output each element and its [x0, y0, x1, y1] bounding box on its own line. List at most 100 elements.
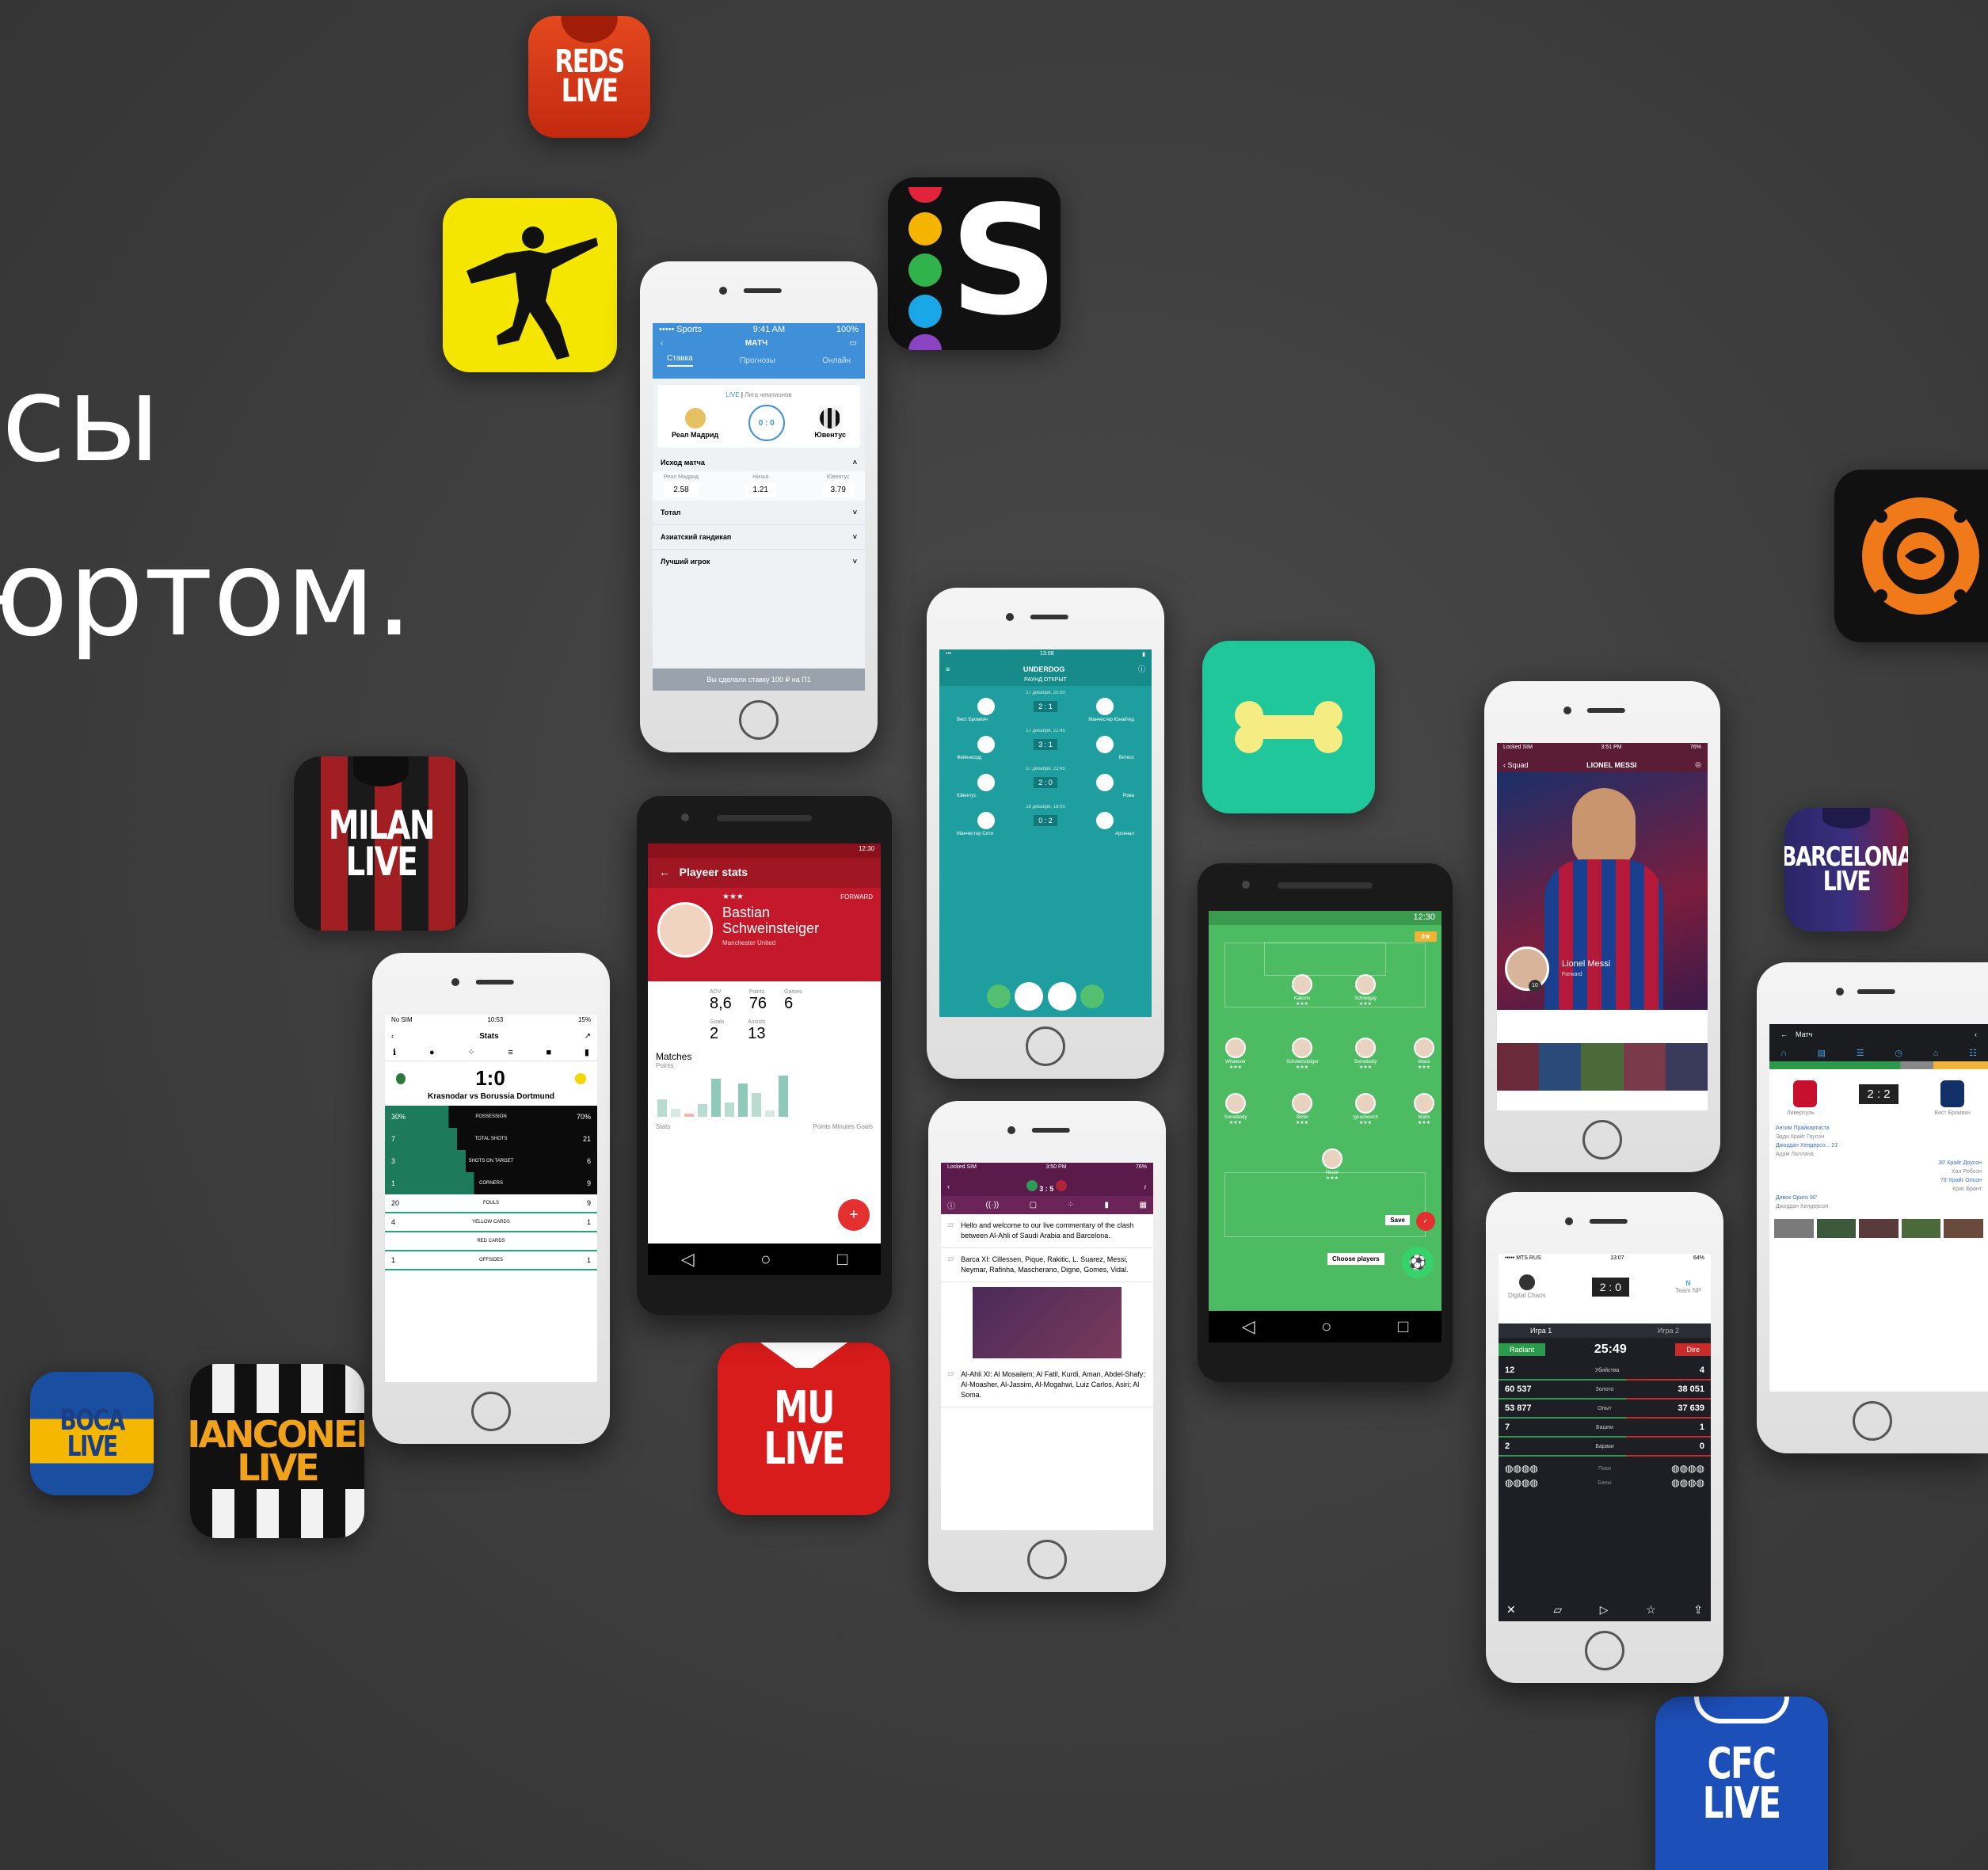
audio-tab-icon[interactable]: ∩: [1780, 1049, 1787, 1058]
confirm-check-icon[interactable]: ✓: [1416, 1212, 1435, 1231]
media-strip[interactable]: [1769, 1219, 1988, 1238]
nav-home-icon[interactable]: ○: [760, 1249, 771, 1270]
chevron-up-icon[interactable]: ˄: [853, 459, 857, 467]
chevron-down-icon[interactable]: ˅: [853, 508, 857, 516]
cfc-live-app-icon[interactable]: CFC LIVE: [1655, 1697, 1828, 1870]
nav-back-icon[interactable]: ◁: [1242, 1316, 1255, 1337]
milan-live-app-icon[interactable]: MILAN LIVE: [294, 756, 468, 931]
barcelona-live-app-icon[interactable]: BARCELONA LIVE: [1784, 808, 1908, 931]
save-button[interactable]: Save: [1385, 1215, 1410, 1225]
team-icon[interactable]: [1080, 985, 1104, 1008]
back-arrow-icon[interactable]: ←: [659, 866, 670, 878]
list-tab-icon[interactable]: ☰: [1857, 1048, 1864, 1058]
home-button[interactable]: [1585, 1631, 1624, 1670]
table-tab-icon[interactable]: ▦: [1140, 1201, 1147, 1209]
team-icon[interactable]: [987, 985, 1011, 1008]
edit-icon[interactable]: [1015, 982, 1044, 1011]
info-icon[interactable]: ⓘ: [1138, 664, 1145, 674]
row-best-player[interactable]: Лучший игрок: [661, 558, 710, 566]
list-tab-icon[interactable]: ≡: [508, 1048, 512, 1057]
pitch-player[interactable]: Schneigay ★★★: [1350, 974, 1381, 1007]
home-button[interactable]: [1027, 1540, 1067, 1579]
home-button[interactable]: [471, 1392, 511, 1431]
pitch-player[interactable]: Matoi ★★★: [1408, 1093, 1440, 1125]
chat-tab-icon[interactable]: ●: [429, 1048, 435, 1057]
boca-live-app-icon[interactable]: BOCA LIVE: [30, 1372, 154, 1495]
close-icon[interactable]: ✕: [1506, 1603, 1516, 1617]
section-outcome[interactable]: Исход матча: [661, 459, 705, 467]
star-icon[interactable]: ☆: [1646, 1603, 1656, 1617]
photo-gallery[interactable]: [1497, 1043, 1708, 1091]
pitch-player[interactable]: Somebody ★★★: [1220, 1093, 1251, 1125]
back-icon[interactable]: ‹: [947, 1183, 950, 1190]
pitch-player[interactable]: Skrtel ★★★: [1286, 1093, 1318, 1125]
home-button[interactable]: [739, 700, 779, 740]
pitch-player[interactable]: Neuer ★★★: [1316, 1148, 1348, 1181]
odd-away-button[interactable]: 3.79: [822, 482, 854, 497]
anchor-icon[interactable]: [1047, 982, 1076, 1011]
tab-predictions[interactable]: Прогнозы: [740, 356, 775, 365]
add-fab-button[interactable]: +: [838, 1199, 870, 1231]
pitch-player[interactable]: Matoi ★★★: [1408, 1038, 1440, 1070]
mu-live-app-icon[interactable]: MU LIVE: [718, 1343, 890, 1515]
tab-stake[interactable]: Ставка: [667, 354, 693, 367]
tab-online[interactable]: Онлайн: [822, 356, 851, 365]
match-card[interactable]: 17 декабря, 22:45 2 : 0 Ювентус Рома: [939, 762, 1152, 800]
info-tab-icon[interactable]: ⓘ: [947, 1199, 955, 1211]
footer-tab[interactable]: Points: [813, 1123, 830, 1130]
reds-live-app-icon[interactable]: REDS LIVE: [528, 16, 650, 138]
favorite-icon[interactable]: ◎: [1695, 760, 1701, 769]
row-asian-handicap[interactable]: Азиатский гандикап: [661, 533, 731, 541]
back-arrow-icon[interactable]: ←: [1780, 1030, 1788, 1038]
football-player-app-icon[interactable]: [443, 198, 617, 372]
lineup-tab-icon[interactable]: ⁘: [467, 1047, 474, 1057]
info-tab-icon[interactable]: ℹ: [393, 1047, 396, 1057]
back-icon[interactable]: ‹: [391, 1032, 394, 1041]
stats-tab-icon[interactable]: ▮: [585, 1047, 589, 1057]
nav-recents-icon[interactable]: □: [1398, 1316, 1408, 1337]
choose-players-button[interactable]: Choose players: [1327, 1253, 1384, 1265]
tab-game-1[interactable]: Игра 1: [1530, 1327, 1552, 1335]
lineup-tab-icon[interactable]: ⁘: [1068, 1201, 1074, 1209]
radio-tab-icon[interactable]: ((·)): [986, 1201, 1000, 1209]
row-total[interactable]: Тотал: [661, 508, 680, 516]
match-card[interactable]: 17 декабря, 20:30 2 : 1 Вест Бромвич Манчес…: [939, 686, 1152, 724]
stats-tab-icon[interactable]: ▮: [1105, 1201, 1110, 1209]
doc-tab-icon[interactable]: ▤: [1818, 1048, 1826, 1058]
footer-tab[interactable]: Minutes: [832, 1123, 855, 1130]
menu-icon[interactable]: ≡: [946, 665, 950, 673]
chat-icon[interactable]: ▱: [1553, 1603, 1562, 1617]
home-tab-icon[interactable]: ⌂: [1933, 1049, 1939, 1058]
play-icon[interactable]: ▷: [1600, 1603, 1609, 1617]
home-button[interactable]: [1853, 1401, 1892, 1441]
pitch-player[interactable]: Kakorin ★★★: [1286, 974, 1318, 1007]
match-card[interactable]: 18 декабря, 18:00 0 : 2 Манчестер Сити Арсе…: [939, 800, 1152, 838]
back-to-squad-link[interactable]: Squad: [1508, 761, 1529, 769]
bet-confirmation-bar[interactable]: Вы сделали ставку 100 ₽ на П1: [653, 668, 865, 691]
odd-draw-button[interactable]: 1.21: [745, 482, 776, 497]
ticket-icon[interactable]: ▭: [850, 339, 857, 348]
nav-back-icon[interactable]: ◁: [681, 1249, 695, 1270]
player-fab-icon[interactable]: ⚽: [1402, 1247, 1434, 1278]
match-card[interactable]: 17 декабря, 21:45 3 : 1 Фейеноорд Витесс: [939, 724, 1152, 762]
odd-home-button[interactable]: 2.58: [664, 482, 699, 497]
pitch-player[interactable]: Ignashevich ★★★: [1350, 1093, 1381, 1125]
chat-tab-icon[interactable]: ▢: [1030, 1201, 1037, 1209]
share-icon[interactable]: ⇪: [1693, 1603, 1703, 1617]
video-tab-icon[interactable]: ■: [546, 1048, 551, 1057]
footer-tab[interactable]: Goals: [856, 1123, 873, 1130]
clock-tab-icon[interactable]: ◷: [1895, 1048, 1902, 1058]
bell-icon[interactable]: ♪: [1143, 1183, 1147, 1190]
share-icon[interactable]: ‹: [1975, 1030, 1977, 1038]
chevron-down-icon[interactable]: ˅: [853, 533, 857, 541]
share-icon[interactable]: ↗: [585, 1032, 591, 1041]
home-button[interactable]: [1026, 1026, 1065, 1066]
back-icon[interactable]: ‹: [661, 339, 663, 348]
bianconeri-live-app-icon[interactable]: BIANCONERI LIVE: [190, 1364, 364, 1538]
home-button[interactable]: [1582, 1120, 1622, 1160]
nav-home-icon[interactable]: ○: [1321, 1316, 1331, 1337]
tab-game-2[interactable]: Игра 2: [1658, 1327, 1679, 1335]
pitch-player[interactable]: Schweinsteiger ★★★: [1286, 1038, 1319, 1070]
pitch-player[interactable]: Somebody ★★★: [1350, 1038, 1381, 1070]
dota-app-icon[interactable]: [1834, 470, 1988, 642]
